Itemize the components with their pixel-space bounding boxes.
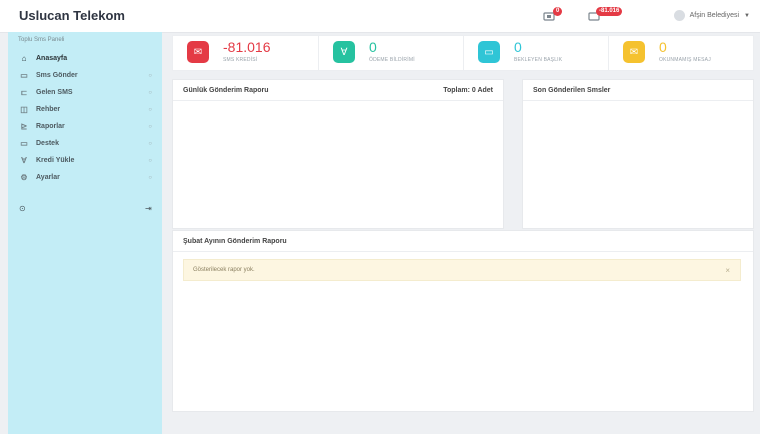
inbox-icon: ⊏: [20, 88, 28, 97]
sidebar-item-label: Gelen SMS: [36, 89, 73, 96]
sidebar-item-label: Anasayfa: [36, 55, 68, 62]
panel-title: Günlük Gönderim Raporu: [183, 86, 269, 94]
credit-badge: -81.016: [596, 7, 623, 16]
cart-icon: ∀: [21, 156, 27, 165]
sidebar-item-kredi-yukle[interactable]: ∀ Kredi Yükle ○: [8, 152, 162, 169]
chart-icon: ⊵: [20, 122, 28, 131]
sidebar-item-rehber[interactable]: ◫ Rehber ○: [8, 101, 162, 118]
stat-value: -81.016: [223, 39, 271, 55]
daily-report-panel: Günlük Gönderim Raporu Toplam: 0 Adet: [172, 79, 504, 229]
stat-card-payment[interactable]: ∀ 0 ÖDEME BİLDİRİMİ: [318, 35, 464, 71]
stat-label: SMS KREDİSİ: [223, 57, 258, 63]
stat-label: OKUNMAMIŞ MESAJ: [659, 57, 711, 63]
stat-value: 0: [659, 39, 667, 55]
recent-sms-panel: Son Gönderilen Smsler: [522, 79, 754, 229]
panel-header: Şubat Ayının Gönderim Raporu: [173, 231, 753, 252]
top-navbar: Uslucan Telekom 0 -81.016 Afşin Belediye…: [0, 0, 760, 33]
chevron-left-icon: ○: [148, 123, 152, 130]
sidebar-item-gelen-sms[interactable]: ⊏ Gelen SMS ○: [8, 84, 162, 101]
sidebar-item-ayarlar[interactable]: ⚙ Ayarlar ○: [8, 169, 162, 186]
stat-card-pending-header[interactable]: ▭ 0 BEKLEYEN BAŞLIK: [463, 35, 609, 71]
chevron-left-icon: ○: [148, 72, 152, 79]
panel-header: Günlük Gönderim Raporu Toplam: 0 Adet: [173, 80, 503, 101]
stat-value: 0: [369, 39, 377, 55]
sidebar-item-raporlar[interactable]: ⊵ Raporlar ○: [8, 118, 162, 135]
sidebar-item-label: Kredi Yükle: [36, 157, 75, 164]
brand-title[interactable]: Uslucan Telekom: [19, 8, 125, 23]
chat-icon: ▭: [20, 139, 28, 148]
close-icon[interactable]: ×: [725, 266, 730, 275]
chevron-down-icon: ▼: [744, 12, 750, 19]
mail-icon: ✉: [623, 41, 645, 63]
sidebar-item-label: Ayarlar: [36, 174, 60, 181]
book-icon: ◫: [20, 105, 28, 114]
sidebar-item-label: Sms Gönder: [36, 72, 78, 79]
sidebar-item-label: Raporlar: [36, 123, 65, 130]
chevron-left-icon: ○: [148, 174, 152, 181]
envelope-icon: ✉: [187, 41, 209, 63]
panel-title: Son Gönderilen Smsler: [533, 86, 611, 94]
daily-total: Toplam: 0 Adet: [443, 86, 493, 94]
window-icon: ▭: [478, 41, 500, 63]
no-report-alert: Gösterilecek rapor yok. ×: [183, 259, 741, 281]
sidebar: Toplu Sms Paneli ⌂ Anasayfa ▭ Sms Gönder…: [8, 32, 162, 434]
stat-card-unread-message[interactable]: ✉ 0 OKUNMAMIŞ MESAJ: [608, 35, 754, 71]
chevron-left-icon: ○: [148, 140, 152, 147]
sidebar-title: Toplu Sms Paneli: [18, 37, 65, 43]
stat-label: ÖDEME BİLDİRİMİ: [369, 57, 415, 63]
stat-value: 0: [514, 39, 522, 55]
user-name: Afşin Belediyesi: [689, 12, 740, 19]
sidebar-item-sms-gonder[interactable]: ▭ Sms Gönder ○: [8, 67, 162, 84]
logout-icon[interactable]: ⇥: [145, 204, 152, 213]
user-menu[interactable]: Afşin Belediyesi ▼: [673, 10, 750, 21]
avatar: [673, 10, 685, 21]
chevron-left-icon: ○: [148, 157, 152, 164]
home-icon: ⌂: [21, 54, 27, 63]
cart-icon: ∀: [333, 41, 355, 63]
notifications-badge: 0: [553, 7, 563, 16]
sidebar-item-destek[interactable]: ▭ Destek ○: [8, 135, 162, 152]
sidebar-item-label: Destek: [36, 140, 59, 147]
panel-header: Son Gönderilen Smsler: [523, 80, 753, 101]
monthly-report-panel: Şubat Ayının Gönderim Raporu Gösterilece…: [172, 230, 754, 412]
panel-title: Şubat Ayının Gönderim Raporu: [183, 237, 287, 245]
alert-message: Gösterilecek rapor yok.: [193, 267, 255, 273]
envelope-icon: ▭: [20, 71, 28, 80]
stat-card-sms-credit[interactable]: ✉ -81.016 SMS KREDİSİ: [172, 35, 319, 71]
sidebar-item-anasayfa[interactable]: ⌂ Anasayfa: [8, 50, 162, 67]
chevron-left-icon: ○: [148, 89, 152, 96]
sidebar-item-label: Rehber: [36, 106, 61, 113]
chevron-left-icon: ○: [148, 106, 152, 113]
stat-label: BEKLEYEN BAŞLIK: [514, 57, 563, 63]
power-icon[interactable]: ⊙: [19, 204, 26, 213]
gear-icon: ⚙: [20, 173, 28, 182]
